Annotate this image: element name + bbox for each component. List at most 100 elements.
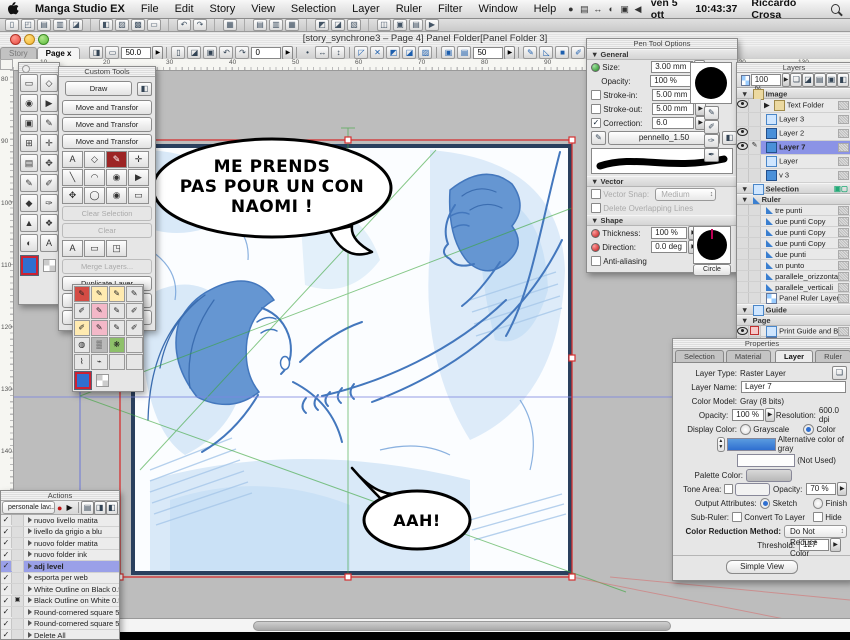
- close-icon[interactable]: [22, 65, 30, 73]
- revert-icon[interactable]: ◪: [69, 19, 83, 31]
- tab-ruler[interactable]: Ruler: [815, 350, 850, 362]
- opacity-field[interactable]: 100 %: [650, 75, 692, 87]
- correction-field[interactable]: 6.0: [652, 117, 694, 129]
- volume-icon[interactable]: ◀: [631, 4, 644, 15]
- brush-preset[interactable]: [126, 354, 143, 370]
- palette-color-swatch[interactable]: [746, 469, 792, 482]
- correction-checkbox[interactable]: ✓: [591, 118, 601, 128]
- copy-icon[interactable]: ▨: [115, 19, 129, 31]
- delete-action-icon[interactable]: ◨: [94, 501, 106, 515]
- text-layer-icon[interactable]: A: [62, 240, 83, 257]
- pen-tool-icon[interactable]: ✎: [40, 114, 58, 132]
- thickness-field[interactable]: 100 %: [651, 227, 687, 239]
- delete-icon[interactable]: ▭: [147, 19, 161, 31]
- layers-section-guide[interactable]: ▼ Guide: [737, 304, 850, 315]
- window-layout-icon-1[interactable]: ◩: [315, 19, 329, 31]
- new-layer-icon[interactable]: ❏: [790, 73, 802, 87]
- panel-menu-icon[interactable]: ◧: [837, 73, 849, 87]
- pressure-size-icon[interactable]: ✎: [704, 106, 719, 120]
- bluetooth-icon[interactable]: ●: [564, 4, 577, 14]
- select-tone-icon[interactable]: ◪: [402, 46, 416, 59]
- layers-zoom-spinner[interactable]: ▶: [782, 73, 791, 87]
- layers-zoom-field[interactable]: 100 %: [751, 74, 781, 86]
- ruler-layer-row[interactable]: tre punti: [737, 205, 850, 216]
- actual-size-icon[interactable]: ▭: [105, 46, 119, 59]
- spotlight-icon[interactable]: [831, 4, 840, 14]
- apple-menu-icon[interactable]: [0, 2, 27, 16]
- brush-tool-icon[interactable]: ✑: [40, 194, 58, 212]
- action-row-selected[interactable]: ✓adj level: [1, 561, 119, 573]
- general-section-header[interactable]: ▼ General: [587, 49, 737, 60]
- lasso-tool-icon[interactable]: ◇: [84, 151, 105, 168]
- ruler-layer-row[interactable]: Panel Ruler Layer: [737, 293, 850, 304]
- rotate-cw-icon[interactable]: ↷: [235, 46, 249, 59]
- lock-layer-icon[interactable]: ▣: [826, 73, 838, 87]
- open-icon[interactable]: ◰: [21, 19, 35, 31]
- simple-view-button[interactable]: Simple View: [726, 560, 798, 574]
- menu-app-name[interactable]: Manga Studio EX: [27, 3, 133, 15]
- ruler-layer-row[interactable]: due punti: [737, 249, 850, 260]
- frame-icon[interactable]: ▭: [84, 240, 105, 257]
- layer-row-text-folder[interactable]: ▶ Text Folder: [737, 99, 850, 113]
- antialias-checkbox[interactable]: [591, 256, 601, 266]
- flip-vertical-icon[interactable]: ↕: [331, 46, 345, 59]
- ruler-layer-row[interactable]: un punto: [737, 260, 850, 271]
- menu-selection[interactable]: Selection: [283, 3, 344, 15]
- brush-preset[interactable]: ⌇: [74, 354, 91, 370]
- actions-title[interactable]: Actions: [1, 491, 119, 501]
- palette-toggle-icon-4[interactable]: ▶: [425, 19, 439, 31]
- grayscale-radio[interactable]: [740, 424, 751, 435]
- move-transform-button-3[interactable]: Move and Transfor: [62, 134, 152, 149]
- eraser-tool-icon[interactable]: ◆: [20, 194, 38, 212]
- brush-preset[interactable]: [109, 354, 126, 370]
- ruler-layer-row[interactable]: parallele_orizzontali: [737, 271, 850, 282]
- menu-file[interactable]: File: [133, 3, 167, 15]
- move-tool-icon[interactable]: ✛: [40, 134, 58, 152]
- brush-preset[interactable]: ✎: [109, 303, 126, 319]
- stamp-icon[interactable]: ◳: [106, 240, 127, 257]
- horizontal-scrollbar[interactable]: [13, 618, 850, 632]
- tone-area-checkbox[interactable]: [724, 484, 733, 494]
- ruler-mode-icon[interactable]: ◺: [539, 46, 553, 59]
- pen-options-title[interactable]: Pen Tool Options: [587, 39, 737, 49]
- shape-section-header[interactable]: ▼ Shape: [587, 215, 737, 226]
- grid-size-field[interactable]: 50: [473, 47, 503, 59]
- page-layer-row-print-guide[interactable]: Print Guide and Basic...: [737, 326, 850, 337]
- tab-page[interactable]: Page x: [37, 47, 81, 60]
- menu-ruler[interactable]: Ruler: [388, 3, 430, 15]
- menu-user[interactable]: Riccardo Crosa: [743, 0, 828, 21]
- action-row[interactable]: ✓Delete All: [1, 630, 119, 640]
- action-set-dropdown[interactable]: personale lav...: [2, 501, 55, 514]
- action-row[interactable]: ✓nuovo folder matita: [1, 538, 119, 550]
- hide-checkbox[interactable]: [813, 512, 823, 522]
- zoom-spinner[interactable]: ▶: [152, 46, 163, 60]
- convert-to-layer-checkbox[interactable]: [732, 512, 742, 522]
- sketch-radio[interactable]: [760, 498, 771, 509]
- sync-icon[interactable]: ↔: [591, 4, 604, 14]
- new-page-icon[interactable]: ▯: [171, 46, 185, 59]
- vector-section-header[interactable]: ▼ Vector: [587, 176, 737, 187]
- magnifier-icon[interactable]: ◉: [106, 187, 127, 204]
- timemachine-icon[interactable]: ◐: [604, 4, 617, 14]
- opacity-spinner[interactable]: ▶: [765, 408, 775, 422]
- menu-clock-time[interactable]: 10:43:37: [695, 3, 743, 15]
- toolbox-title[interactable]: [19, 63, 59, 73]
- color-reduction-popup[interactable]: Do Not Reduce Color: [784, 525, 847, 538]
- rotation-field[interactable]: 0: [251, 47, 281, 59]
- action-row[interactable]: ✓nuovo folder ink: [1, 550, 119, 562]
- panel-view-icon-3[interactable]: ▦: [285, 19, 299, 31]
- window-layout-icon-3[interactable]: ▧: [347, 19, 361, 31]
- layers-section-page[interactable]: ▼ Page: [737, 315, 850, 326]
- threshold-spinner[interactable]: ▶: [830, 538, 841, 552]
- stroke-out-checkbox[interactable]: [591, 104, 601, 114]
- grid-tool-icon[interactable]: ⊞: [20, 134, 38, 152]
- layers-title[interactable]: Layers: [737, 63, 850, 73]
- stroke-in-checkbox[interactable]: [591, 90, 601, 100]
- line-tool-icon[interactable]: ╲: [62, 169, 83, 186]
- eye-icon[interactable]: [737, 142, 748, 150]
- zoom-tool-icon[interactable]: ◉: [106, 169, 127, 186]
- lasso-tool-icon[interactable]: ◇: [40, 74, 58, 92]
- tab-layer[interactable]: Layer: [775, 350, 813, 362]
- tab-selection[interactable]: Selection: [675, 350, 724, 362]
- new-action-icon[interactable]: ▤: [81, 501, 93, 515]
